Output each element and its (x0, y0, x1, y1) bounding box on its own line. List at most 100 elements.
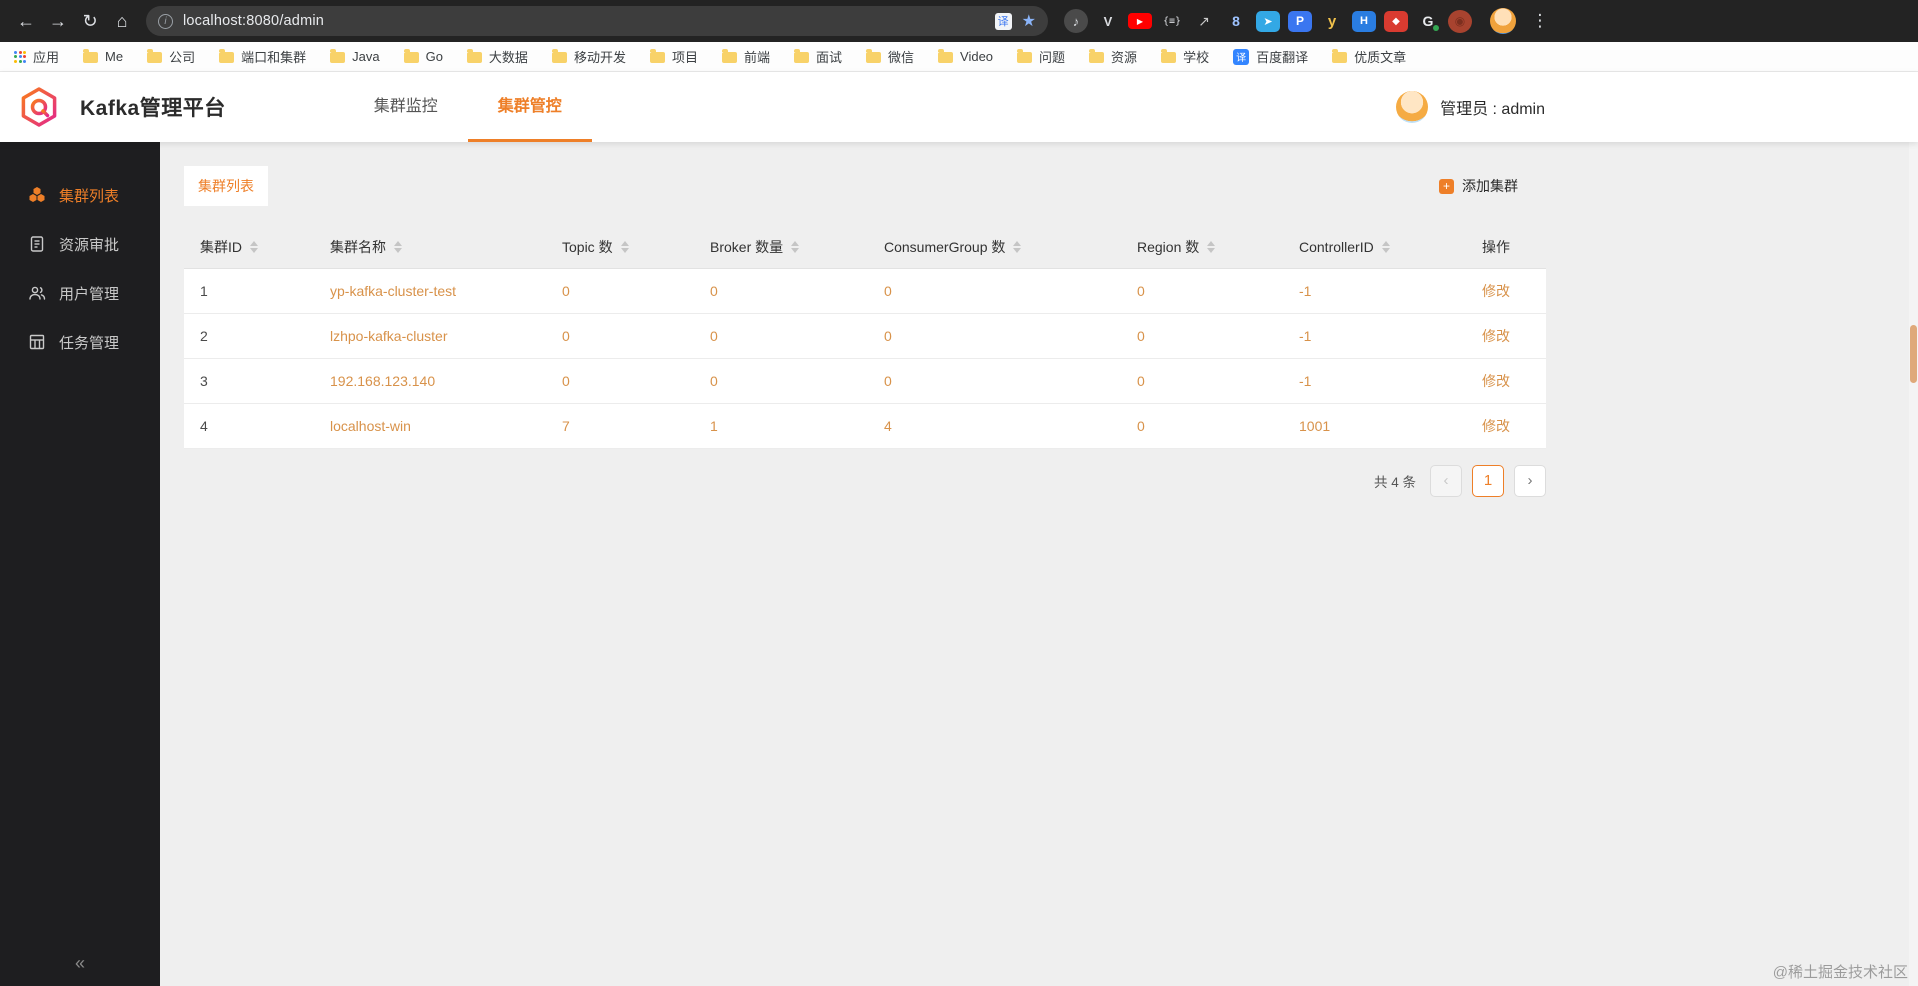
column-label: 集群名称 (330, 238, 386, 255)
column-label: Region 数 (1137, 238, 1200, 255)
browser-profile-avatar[interactable] (1490, 8, 1516, 34)
sidebar-item-label: 用户管理 (59, 285, 120, 303)
add-icon: + (1439, 178, 1454, 194)
scrollbar-thumb[interactable] (1910, 325, 1917, 383)
bookmark-item[interactable]: 学校 (1161, 47, 1209, 66)
bookmark-item[interactable]: Me (83, 49, 123, 64)
sort-icon[interactable] (1207, 240, 1216, 253)
g-extension-icon[interactable]: G (1416, 9, 1440, 33)
sidebar-item-cluster-list[interactable]: 集群列表 (0, 180, 160, 210)
bookmark-item[interactable]: 移动开发 (551, 47, 626, 66)
cell-topic-count: 0 (546, 268, 694, 314)
bookmark-item[interactable]: Video (938, 49, 993, 64)
blue-8-extension-icon[interactable]: 8 (1224, 9, 1248, 33)
cell-topic-count: 0 (546, 313, 694, 359)
column-broker-count[interactable]: Broker 数量 (694, 226, 868, 269)
tab-cluster-manage[interactable]: 集群管控 (467, 72, 592, 142)
edit-link[interactable]: 修改 (1466, 358, 1546, 404)
bookmark-item[interactable]: 优质文章 (1332, 47, 1406, 66)
bookmark-item[interactable]: 公司 (147, 47, 195, 66)
edit-link[interactable]: 修改 (1466, 268, 1546, 314)
y-extension-icon[interactable]: y (1320, 9, 1344, 33)
pagination-prev-button[interactable]: ‹ (1430, 464, 1462, 497)
pagination-total: 共 4 条 (1373, 474, 1416, 490)
sort-icon[interactable] (250, 240, 258, 253)
bookmark-item[interactable]: 项目 (649, 47, 698, 66)
tab-cluster-list[interactable]: 集群列表 (184, 166, 268, 206)
bookmark-label: 资源 (1111, 50, 1138, 65)
bookmark-label: 大数据 (488, 50, 528, 65)
sidebar-item-user-management[interactable]: 用户管理 (0, 278, 160, 308)
sort-icon[interactable] (1381, 240, 1390, 253)
h-extension-icon[interactable]: H (1352, 10, 1376, 32)
youtube-icon[interactable]: ▶ (1128, 13, 1152, 29)
json-extension-icon[interactable]: {≡} (1160, 9, 1184, 33)
bookmark-item[interactable]: 前端 (721, 47, 770, 66)
cluster-name-link[interactable]: yp-kafka-cluster-test (314, 268, 546, 314)
url-text[interactable]: localhost:8080/admin (183, 13, 324, 29)
route-extension-icon[interactable]: ↗ (1192, 9, 1216, 33)
cell-controller-id: 1001 (1283, 403, 1466, 449)
sidebar-item-resource-approval[interactable]: 资源审批 (0, 229, 160, 259)
bookmark-item-apps[interactable]: 应用 (14, 47, 59, 66)
octopus-extension-icon[interactable]: ◉ (1448, 9, 1472, 33)
cell-consumergroup-count: 0 (868, 358, 1121, 404)
sidebar-item-task-management[interactable]: 任务管理 (0, 327, 160, 357)
bookmark-item[interactable]: 大数据 (466, 47, 528, 66)
add-cluster-button[interactable]: + 添加集群 (1439, 176, 1518, 196)
bookmark-item[interactable]: Go (403, 49, 443, 64)
cell-cluster-id: 3 (184, 358, 314, 404)
translate-icon[interactable]: 译 (994, 12, 1012, 30)
table-header-row: 集群ID 集群名称 Topic 数 Broker 数量 ConsumerGrou… (184, 226, 1546, 269)
bookmark-label: 问题 (1039, 50, 1066, 65)
column-topic-count[interactable]: Topic 数 (546, 226, 694, 269)
bookmark-star-icon[interactable]: ★ (1022, 11, 1036, 31)
scrollbar-track[interactable] (1909, 72, 1918, 986)
edit-link[interactable]: 修改 (1466, 403, 1546, 449)
column-controller-id[interactable]: ControllerID (1283, 226, 1466, 269)
user-avatar[interactable] (1396, 91, 1429, 123)
audio-extension-icon[interactable]: ♪ (1064, 9, 1088, 33)
page-info-icon[interactable]: i (158, 13, 173, 29)
bookmark-item[interactable]: 问题 (1017, 47, 1065, 66)
edit-link[interactable]: 修改 (1466, 313, 1546, 359)
bookmark-item[interactable]: 微信 (866, 47, 914, 66)
home-icon[interactable]: ⌂ (106, 5, 138, 37)
sidebar-collapse-icon[interactable]: « (0, 953, 160, 974)
column-cluster-id[interactable]: 集群ID (184, 226, 314, 269)
tab-cluster-monitor[interactable]: 集群监控 (344, 72, 468, 142)
sort-icon[interactable] (791, 240, 800, 253)
bookmark-item[interactable]: 面试 (793, 47, 842, 66)
column-label: ConsumerGroup 数 (884, 238, 1006, 255)
pagination-page-1-button[interactable]: 1 (1472, 464, 1504, 497)
address-bar[interactable]: i localhost:8080/admin 译 ★ (146, 6, 1048, 36)
bookmark-item[interactable]: 资源 (1089, 47, 1137, 66)
column-label: Broker 数量 (710, 238, 784, 255)
folder-icon (83, 49, 99, 63)
table-header: 集群ID 集群名称 Topic 数 Broker 数量 ConsumerGrou… (184, 226, 1546, 269)
cluster-name-link[interactable]: 192.168.123.140 (314, 358, 546, 404)
column-cluster-name[interactable]: 集群名称 (314, 226, 546, 269)
cluster-name-link[interactable]: lzhpo-kafka-cluster (314, 313, 546, 359)
sort-icon[interactable] (1013, 240, 1022, 253)
bookmark-item-baidu-translate[interactable]: 译 百度翻译 (1233, 47, 1308, 66)
p-extension-icon[interactable]: P (1288, 10, 1312, 32)
sort-icon[interactable] (394, 240, 402, 253)
sort-icon[interactable] (620, 240, 629, 253)
telegram-extension-icon[interactable]: ➤ (1256, 10, 1280, 32)
cluster-name-link[interactable]: localhost-win (314, 403, 546, 449)
user-block[interactable]: 管理员 : admin (1396, 91, 1545, 123)
red-extension-icon[interactable]: ◆ (1384, 10, 1408, 32)
pagination-next-button[interactable]: › (1514, 464, 1546, 497)
v-extension-icon[interactable]: V (1096, 9, 1120, 33)
refresh-icon[interactable]: ↻ (74, 5, 106, 37)
back-icon[interactable]: ← (10, 5, 42, 37)
bookmark-label: Java (352, 49, 380, 64)
bookmark-item[interactable]: Java (330, 49, 380, 64)
forward-icon[interactable]: → (42, 5, 74, 37)
browser-menu-icon[interactable]: ⋮ (1524, 5, 1556, 37)
column-consumergroup-count[interactable]: ConsumerGroup 数 (868, 226, 1121, 269)
cell-cluster-id: 2 (184, 313, 314, 359)
bookmark-item[interactable]: 端口和集群 (219, 47, 306, 66)
column-region-count[interactable]: Region 数 (1121, 226, 1283, 269)
